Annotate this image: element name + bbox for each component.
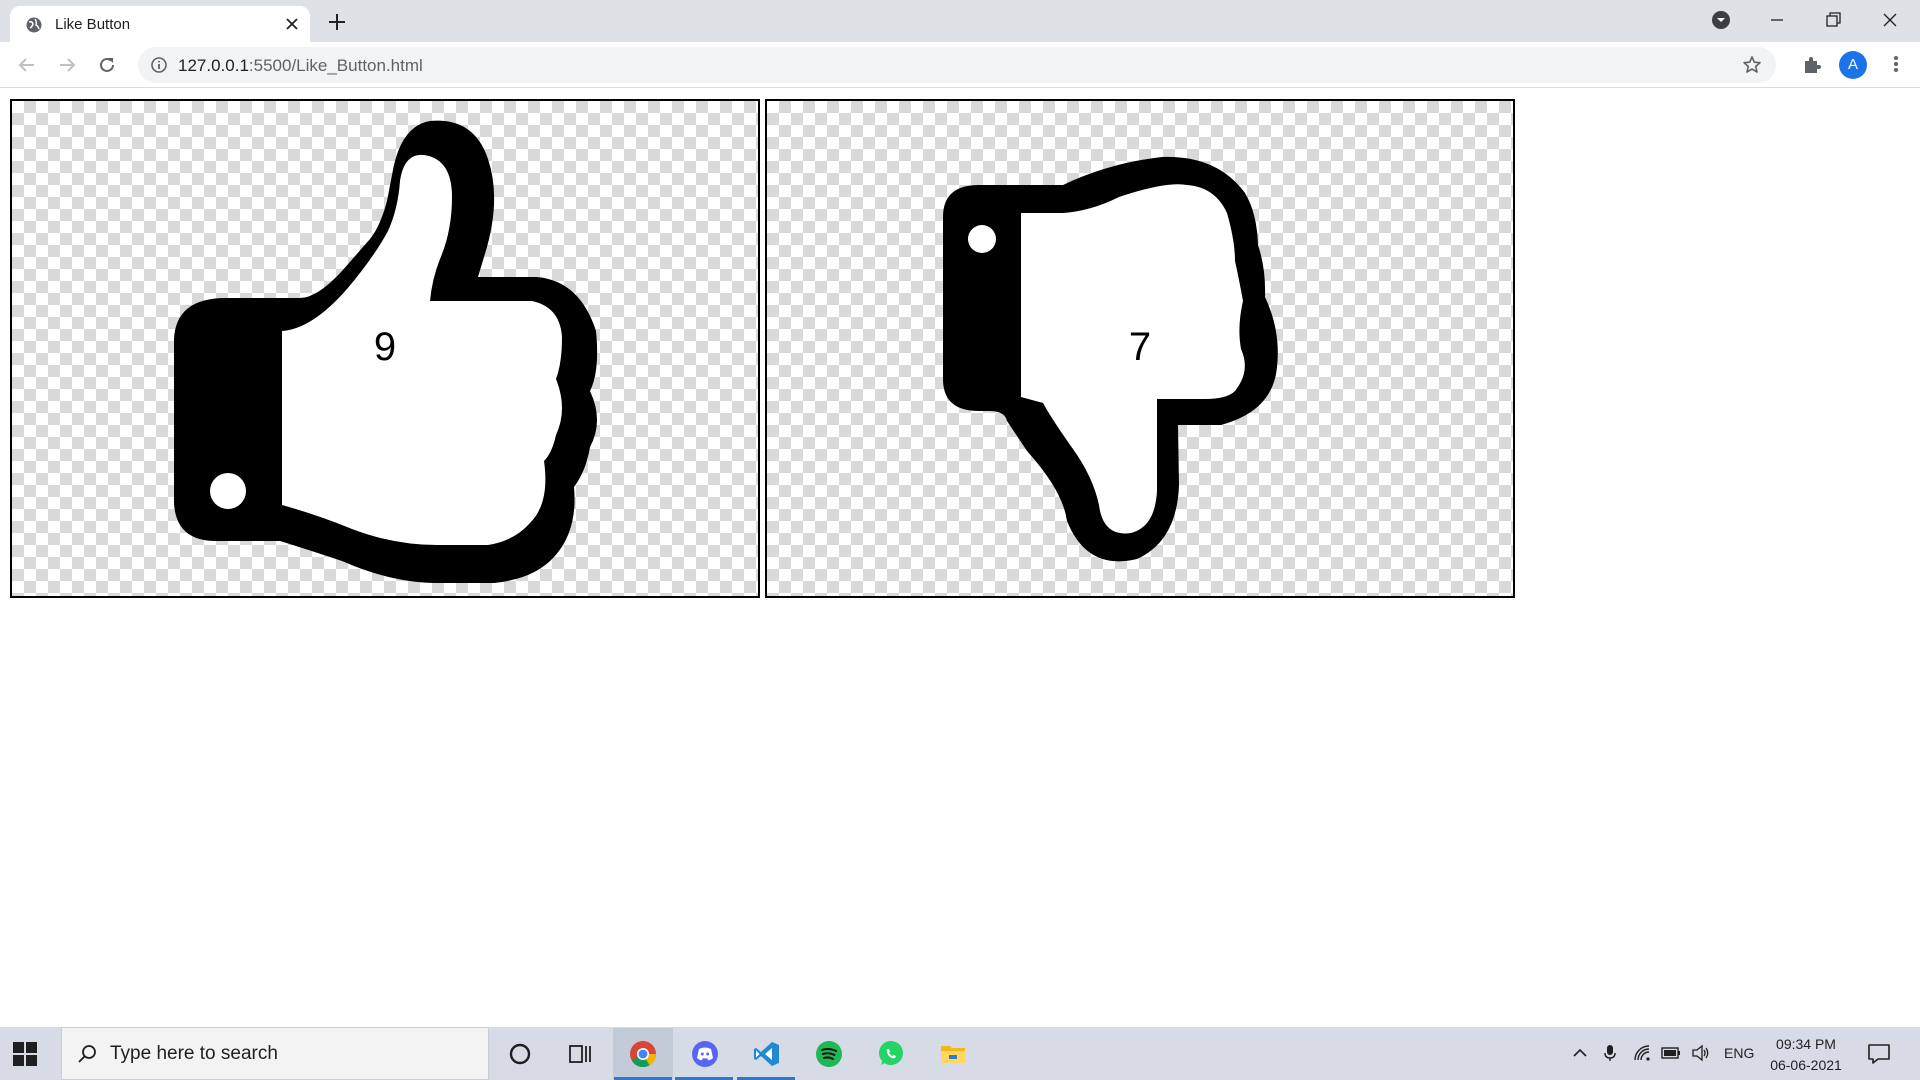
windows-start-icon[interactable] bbox=[12, 1041, 38, 1067]
spotify-icon[interactable] bbox=[815, 1040, 843, 1068]
more-menu-icon[interactable] bbox=[1884, 52, 1908, 76]
minimize-icon[interactable] bbox=[1765, 8, 1789, 32]
bookmark-star-icon[interactable] bbox=[1742, 55, 1762, 75]
globe-icon bbox=[26, 17, 42, 33]
tab-strip: Like Button bbox=[0, 0, 1920, 42]
address-bar[interactable]: 127.0.0.1:5500/Like_Button.html bbox=[138, 47, 1776, 83]
whatsapp-icon[interactable] bbox=[877, 1040, 905, 1068]
reload-icon[interactable] bbox=[95, 53, 119, 77]
page-content: 9 7 bbox=[0, 89, 1920, 1027]
forward-icon[interactable] bbox=[55, 53, 79, 77]
language-indicator[interactable]: ENG bbox=[1724, 1045, 1754, 1061]
discord-icon[interactable] bbox=[691, 1040, 719, 1068]
cortana-icon[interactable] bbox=[506, 1040, 534, 1068]
taskbar: Type here to search ENG 09:34 PM 06-06-2… bbox=[0, 1027, 1920, 1080]
search-placeholder: Type here to search bbox=[110, 1043, 278, 1064]
url-host: 127.0.0.1 bbox=[178, 56, 249, 75]
url-text[interactable]: 127.0.0.1:5500/Like_Button.html bbox=[178, 56, 423, 76]
taskbar-search[interactable]: Type here to search bbox=[61, 1027, 489, 1080]
file-explorer-icon[interactable] bbox=[939, 1040, 967, 1068]
profile-avatar[interactable]: A bbox=[1839, 51, 1867, 79]
like-button[interactable]: 9 bbox=[10, 99, 760, 598]
close-tab-icon[interactable] bbox=[282, 14, 302, 34]
tab-title: Like Button bbox=[55, 16, 131, 33]
notifications-icon[interactable] bbox=[1866, 1041, 1892, 1067]
like-count: 9 bbox=[373, 325, 397, 369]
microphone-icon[interactable] bbox=[1600, 1043, 1620, 1063]
browser-toolbar: 127.0.0.1:5500/Like_Button.html A bbox=[0, 42, 1920, 88]
restore-icon[interactable] bbox=[1821, 8, 1845, 32]
dislike-count: 7 bbox=[1128, 325, 1152, 369]
url-path: :5500/Like_Button.html bbox=[248, 56, 423, 75]
extensions-puzzle-icon[interactable] bbox=[1800, 52, 1824, 76]
battery-icon[interactable] bbox=[1661, 1043, 1681, 1063]
wifi-icon[interactable] bbox=[1632, 1043, 1652, 1063]
volume-icon[interactable] bbox=[1691, 1043, 1711, 1063]
search-icon bbox=[78, 1045, 96, 1063]
tab-search-icon[interactable] bbox=[1709, 8, 1733, 32]
task-view-icon[interactable] bbox=[566, 1040, 594, 1068]
site-info-icon[interactable] bbox=[150, 56, 168, 74]
system-clock[interactable]: 09:34 PM 06-06-2021 bbox=[1756, 1034, 1856, 1076]
dislike-button[interactable]: 7 bbox=[765, 99, 1515, 598]
clock-time: 09:34 PM bbox=[1776, 1036, 1836, 1052]
close-window-icon[interactable] bbox=[1878, 8, 1902, 32]
new-tab-icon[interactable] bbox=[325, 10, 349, 34]
browser-tab[interactable]: Like Button bbox=[10, 6, 310, 42]
clock-date: 06-06-2021 bbox=[1770, 1057, 1842, 1073]
back-icon[interactable] bbox=[15, 53, 39, 77]
chrome-icon[interactable] bbox=[629, 1040, 657, 1068]
vscode-icon[interactable] bbox=[753, 1040, 781, 1068]
show-hidden-icons-icon[interactable] bbox=[1570, 1043, 1590, 1063]
